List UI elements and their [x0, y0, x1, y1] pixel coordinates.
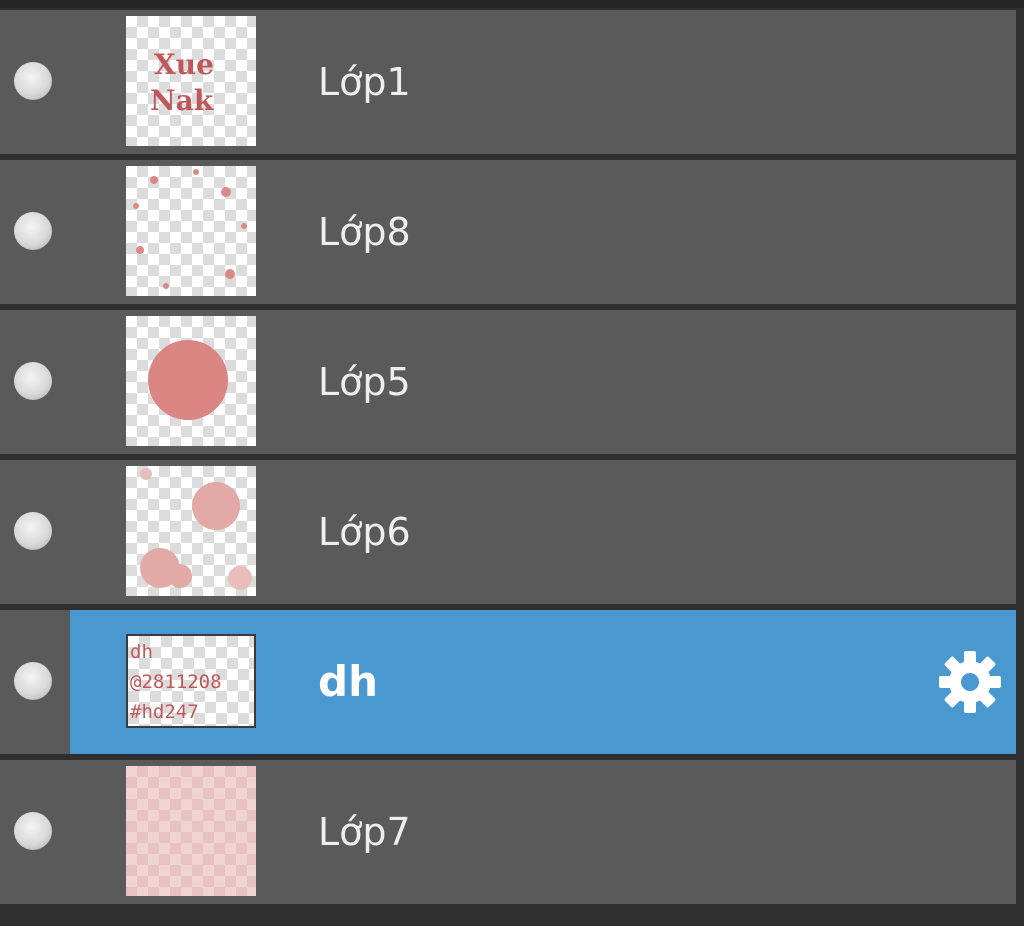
thumb-text-line: #hd247 — [130, 701, 199, 723]
visibility-toggle-icon[interactable] — [14, 62, 52, 100]
panel-top-edge — [0, 0, 1024, 8]
layer-thumbnail[interactable] — [126, 466, 256, 596]
scattered-dots-graphic — [133, 169, 247, 289]
circle-graphic — [148, 340, 228, 420]
thumb-text-line: dh — [130, 641, 153, 663]
layer-name: Lớp6 — [318, 510, 411, 554]
layer-thumbnail[interactable]: dh @2811208 #hd247 — [126, 634, 256, 728]
thumb-text-line: Nak — [150, 84, 214, 117]
visibility-toggle-icon[interactable] — [14, 662, 52, 700]
visibility-toggle-icon[interactable] — [14, 512, 52, 550]
layer-thumbnail[interactable]: Xue Nak — [126, 16, 256, 146]
layer-row-lop7[interactable]: Lớp7 — [0, 760, 1016, 904]
layer-thumbnail[interactable] — [126, 316, 256, 446]
layer-name: Lớp5 — [318, 360, 411, 404]
thumb-text-line: @2811208 — [130, 671, 222, 693]
layer-thumbnail[interactable] — [126, 166, 256, 296]
visibility-toggle-icon[interactable] — [14, 812, 52, 850]
layer-name: Lớp8 — [318, 210, 411, 254]
layer-thumbnail[interactable] — [126, 766, 256, 896]
blobs-graphic — [140, 468, 252, 590]
layer-row-lop1[interactable]: Xue Nak Lớp1 — [0, 10, 1016, 154]
thumb-text-line: Xue — [154, 48, 214, 81]
gear-icon[interactable] — [936, 648, 1004, 716]
layer-name: Lớp7 — [318, 810, 411, 854]
layer-row-lop5[interactable]: Lớp5 — [0, 310, 1016, 454]
visibility-toggle-icon[interactable] — [14, 212, 52, 250]
layer-name: Lớp1 — [318, 60, 411, 104]
layer-row-lop8[interactable]: Lớp8 — [0, 160, 1016, 304]
visibility-toggle-icon[interactable] — [14, 362, 52, 400]
layer-name: dh — [318, 657, 378, 706]
layer-row-dh[interactable]: dh @2811208 #hd247 dh — [0, 610, 1016, 754]
layers-panel: Xue Nak Lớp1 Lớp8 Lớp5 Lớp6 dh @2811208 … — [0, 0, 1024, 926]
layer-row-lop6[interactable]: Lớp6 — [0, 460, 1016, 604]
